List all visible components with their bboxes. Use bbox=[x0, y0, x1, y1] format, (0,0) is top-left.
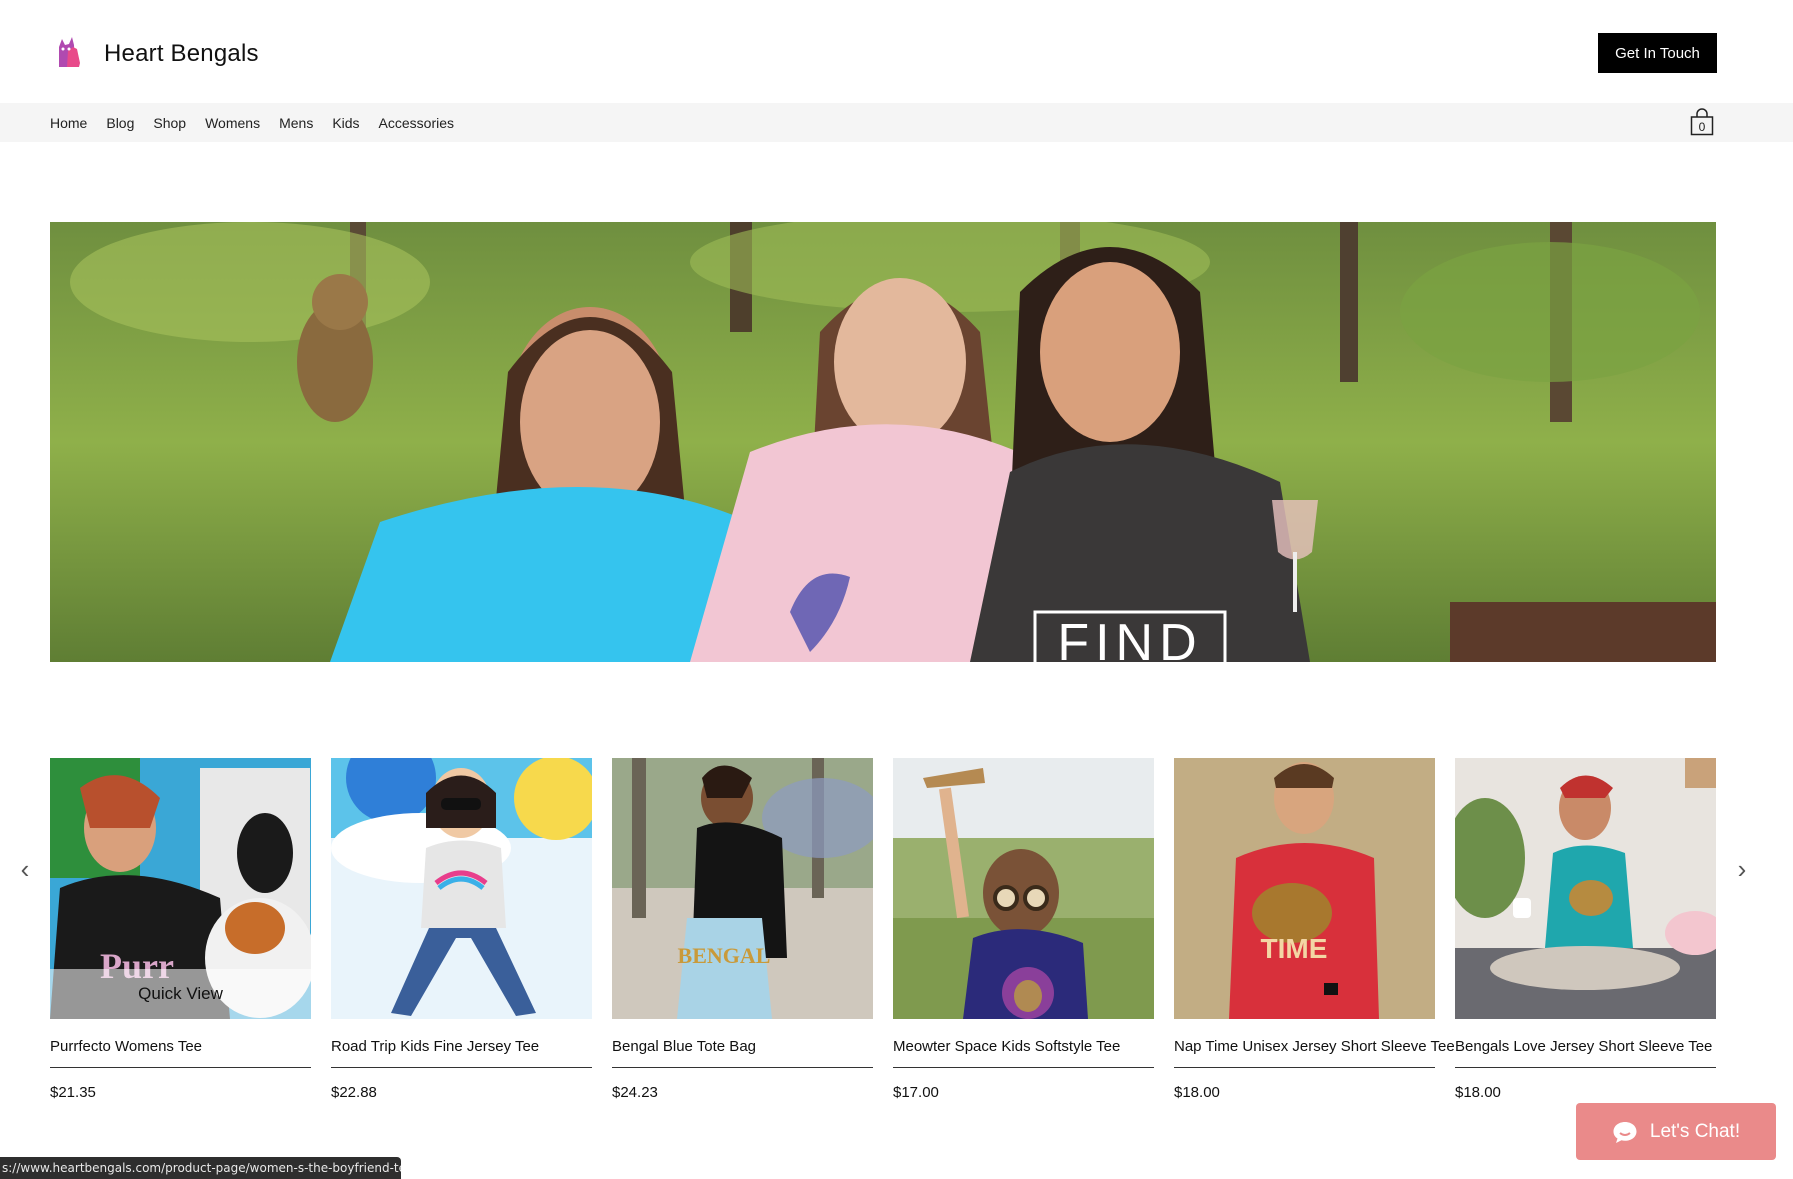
product-image[interactable]: TIME bbox=[1174, 758, 1435, 1019]
carousel-prev-button[interactable]: ‹ bbox=[13, 854, 37, 885]
nav-item-mens[interactable]: Mens bbox=[279, 115, 313, 131]
divider bbox=[50, 1067, 311, 1068]
product-name[interactable]: Road Trip Kids Fine Jersey Tee bbox=[331, 1038, 592, 1058]
product-price: $21.35 bbox=[50, 1084, 96, 1101]
hero-image: FIND bbox=[50, 222, 1716, 662]
product-image-text: BENGAL bbox=[678, 943, 771, 968]
product-card[interactable]: Road Trip Kids Fine Jersey Tee $22.88 bbox=[331, 758, 592, 1101]
status-bar-url: s://www.heartbengals.com/product-page/wo… bbox=[0, 1157, 401, 1179]
divider bbox=[331, 1067, 592, 1068]
product-name[interactable]: Bengal Blue Tote Bag bbox=[612, 1038, 873, 1058]
product-image[interactable] bbox=[331, 758, 592, 1019]
nav-item-womens[interactable]: Womens bbox=[205, 115, 260, 131]
divider bbox=[612, 1067, 873, 1068]
divider bbox=[1455, 1067, 1716, 1068]
bengal-cat-logo-icon[interactable] bbox=[53, 33, 85, 69]
product-name[interactable]: Nap Time Unisex Jersey Short Sleeve Tee bbox=[1174, 1038, 1455, 1058]
main-nav: Home Blog Shop Womens Mens Kids Accessor… bbox=[50, 103, 473, 142]
chat-bubble-icon bbox=[1613, 1121, 1637, 1143]
main-nav-bar: Home Blog Shop Womens Mens Kids Accessor… bbox=[0, 103, 1793, 142]
product-price: $17.00 bbox=[893, 1084, 939, 1101]
product-price: $22.88 bbox=[331, 1084, 377, 1101]
nav-item-kids[interactable]: Kids bbox=[332, 115, 359, 131]
product-card[interactable]: Purr Quick View Purrfecto Womens Tee $21… bbox=[50, 758, 311, 1101]
nav-item-home[interactable]: Home bbox=[50, 115, 87, 131]
site-header: Heart Bengals Get In Touch bbox=[0, 0, 1793, 103]
product-name[interactable]: Bengals Love Jersey Short Sleeve Tee bbox=[1455, 1038, 1716, 1058]
cart-count: 0 bbox=[1699, 120, 1706, 134]
nav-item-accessories[interactable]: Accessories bbox=[379, 115, 454, 131]
brand-name[interactable]: Heart Bengals bbox=[104, 40, 259, 68]
product-price: $18.00 bbox=[1455, 1084, 1501, 1101]
hero-shirt-text: FIND bbox=[1057, 614, 1202, 662]
carousel-next-button[interactable]: › bbox=[1730, 854, 1754, 885]
divider bbox=[893, 1067, 1154, 1068]
product-image[interactable] bbox=[1455, 758, 1716, 1019]
product-price: $18.00 bbox=[1174, 1084, 1220, 1101]
product-name[interactable]: Purrfecto Womens Tee bbox=[50, 1038, 311, 1058]
product-card[interactable]: BENGAL Bengal Blue Tote Bag $24.23 bbox=[612, 758, 873, 1101]
chat-label: Let's Chat! bbox=[1649, 1120, 1741, 1142]
nav-item-shop[interactable]: Shop bbox=[153, 115, 186, 131]
divider bbox=[1174, 1067, 1435, 1068]
product-price: $24.23 bbox=[612, 1084, 658, 1101]
get-in-touch-button[interactable]: Get In Touch bbox=[1598, 33, 1717, 73]
product-image-text: TIME bbox=[1261, 933, 1328, 964]
product-image[interactable]: Purr Quick View bbox=[50, 758, 311, 1019]
nav-item-blog[interactable]: Blog bbox=[106, 115, 134, 131]
product-name[interactable]: Meowter Space Kids Softstyle Tee bbox=[893, 1038, 1154, 1058]
product-image[interactable] bbox=[893, 758, 1154, 1019]
quick-view-button[interactable]: Quick View bbox=[50, 969, 311, 1019]
product-card[interactable]: TIME Nap Time Unisex Jersey Short Sleeve… bbox=[1174, 758, 1455, 1101]
product-card[interactable]: Bengals Love Jersey Short Sleeve Tee $18… bbox=[1455, 758, 1716, 1101]
product-image[interactable]: BENGAL bbox=[612, 758, 873, 1019]
lets-chat-button[interactable]: Let's Chat! bbox=[1576, 1103, 1776, 1160]
product-card[interactable]: Meowter Space Kids Softstyle Tee $17.00 bbox=[893, 758, 1154, 1101]
shopping-bag-icon[interactable]: 0 bbox=[1690, 108, 1714, 136]
